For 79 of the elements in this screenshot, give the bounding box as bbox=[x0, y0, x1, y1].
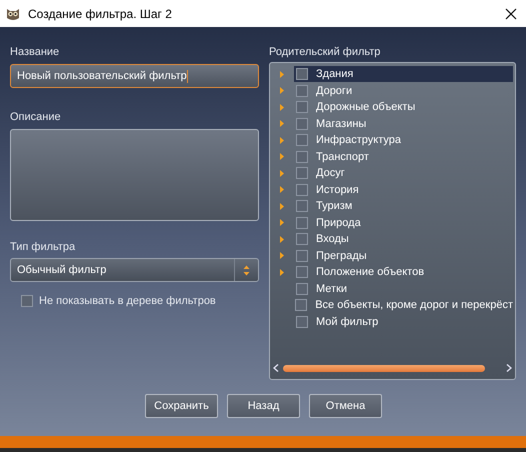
tree-item-label: Туризм bbox=[316, 199, 352, 214]
checkbox[interactable] bbox=[296, 134, 308, 146]
checkbox[interactable] bbox=[296, 266, 308, 278]
dialog-button[interactable]: Назад bbox=[227, 394, 300, 418]
tree-item[interactable]: Входы bbox=[294, 231, 513, 248]
expand-arrow-icon[interactable] bbox=[280, 252, 284, 260]
tree-item[interactable]: Все объекты, кроме дорог и перекрёст bbox=[293, 297, 513, 314]
tree-item[interactable]: Мой фильтр bbox=[294, 314, 513, 330]
field-label: Описание bbox=[10, 110, 62, 123]
expand-arrow-icon[interactable] bbox=[280, 186, 284, 194]
tree-item-label: Положение объектов bbox=[316, 265, 424, 280]
checkbox[interactable] bbox=[296, 250, 308, 262]
tree-item-label: Все объекты, кроме дорог и перекрёст bbox=[315, 298, 513, 313]
window-title: Создание фильтра. Шаг 2 bbox=[28, 6, 172, 22]
tree-item-label: Магазины bbox=[316, 116, 366, 132]
checkbox[interactable] bbox=[296, 68, 308, 80]
checkbox[interactable] bbox=[296, 101, 308, 114]
expand-arrow-icon[interactable] bbox=[280, 153, 284, 160]
name-field[interactable]: Новый пользовательский фильтр bbox=[10, 64, 259, 88]
checkbox[interactable] bbox=[295, 299, 308, 312]
checkbox[interactable] bbox=[21, 295, 33, 308]
close-icon[interactable] bbox=[505, 8, 517, 20]
checkbox[interactable] bbox=[296, 184, 308, 196]
tree-item[interactable]: Дорожные объекты bbox=[294, 99, 513, 116]
tree-item[interactable]: Инфраструктура bbox=[294, 132, 513, 148]
checkbox[interactable] bbox=[296, 233, 308, 246]
field-label: Название bbox=[10, 45, 60, 58]
filter-type-select[interactable]: Обычный фильтр bbox=[10, 258, 259, 282]
scroll-right-icon[interactable] bbox=[506, 364, 512, 372]
tree-item-label: Мой фильтр bbox=[316, 314, 378, 330]
checkbox[interactable] bbox=[296, 200, 308, 212]
scroll-left-icon[interactable] bbox=[273, 364, 279, 372]
checkbox[interactable] bbox=[296, 316, 308, 328]
tree-item[interactable]: Транспорт bbox=[294, 148, 513, 165]
scrollbar-thumb[interactable] bbox=[283, 364, 485, 372]
field-label: Родительский фильтр bbox=[269, 45, 382, 58]
checkbox[interactable] bbox=[296, 84, 308, 97]
expand-arrow-icon[interactable] bbox=[280, 219, 284, 226]
expand-arrow-icon[interactable] bbox=[280, 120, 284, 128]
spinner-icon bbox=[243, 264, 250, 276]
tree-item-label: Дороги bbox=[316, 84, 352, 98]
expand-arrow-icon[interactable] bbox=[280, 170, 284, 177]
expand-arrow-icon[interactable] bbox=[280, 70, 284, 78]
checkbox[interactable] bbox=[296, 118, 308, 130]
tree-item-label: Метки bbox=[316, 282, 348, 296]
tree-item-label: Входы bbox=[316, 232, 349, 247]
tree-item[interactable]: Положение объектов bbox=[294, 264, 513, 280]
expand-arrow-icon[interactable] bbox=[280, 104, 284, 111]
expand-arrow-icon[interactable] bbox=[280, 268, 284, 276]
tree-item-label: Досуг bbox=[316, 166, 345, 181]
expand-arrow-icon[interactable] bbox=[280, 202, 284, 210]
tree-item-label: Природа bbox=[316, 216, 361, 230]
tree-item[interactable]: Досуг bbox=[294, 165, 513, 182]
tree-item[interactable]: Метки bbox=[294, 280, 513, 297]
tree-item-label: Здания bbox=[316, 67, 354, 82]
tree-item-label: Дорожные объекты bbox=[316, 100, 416, 115]
tree-item[interactable]: Туризм bbox=[294, 198, 513, 214]
tree-item[interactable]: Преграды bbox=[294, 248, 513, 264]
tree-item[interactable]: Магазины bbox=[294, 116, 513, 132]
tree-item-label: Транспорт bbox=[316, 150, 369, 164]
checkbox[interactable] bbox=[296, 167, 308, 180]
tree-item-label: Инфраструктура bbox=[316, 133, 402, 148]
expand-arrow-icon[interactable] bbox=[280, 87, 284, 94]
tree-item-label: Преграды bbox=[316, 248, 367, 264]
expand-arrow-icon[interactable] bbox=[280, 236, 284, 243]
tree-item[interactable]: Здания bbox=[294, 66, 513, 82]
tree-item[interactable]: Природа bbox=[294, 214, 513, 231]
checkbox[interactable] bbox=[296, 150, 308, 163]
checkbox-label: Не показывать в дереве фильтров bbox=[39, 294, 216, 309]
field-label: Тип фильтра bbox=[10, 240, 76, 253]
dialog-button[interactable]: Сохранить bbox=[145, 394, 218, 418]
tree-item[interactable]: История bbox=[294, 182, 513, 198]
dialog-button[interactable]: Отмена bbox=[309, 394, 382, 418]
tree-item[interactable]: Дороги bbox=[294, 82, 513, 99]
checkbox[interactable] bbox=[296, 216, 308, 229]
description-field[interactable] bbox=[10, 129, 259, 221]
checkbox[interactable] bbox=[296, 282, 308, 295]
expand-arrow-icon[interactable] bbox=[280, 136, 284, 144]
tree-item-label: История bbox=[316, 182, 359, 198]
